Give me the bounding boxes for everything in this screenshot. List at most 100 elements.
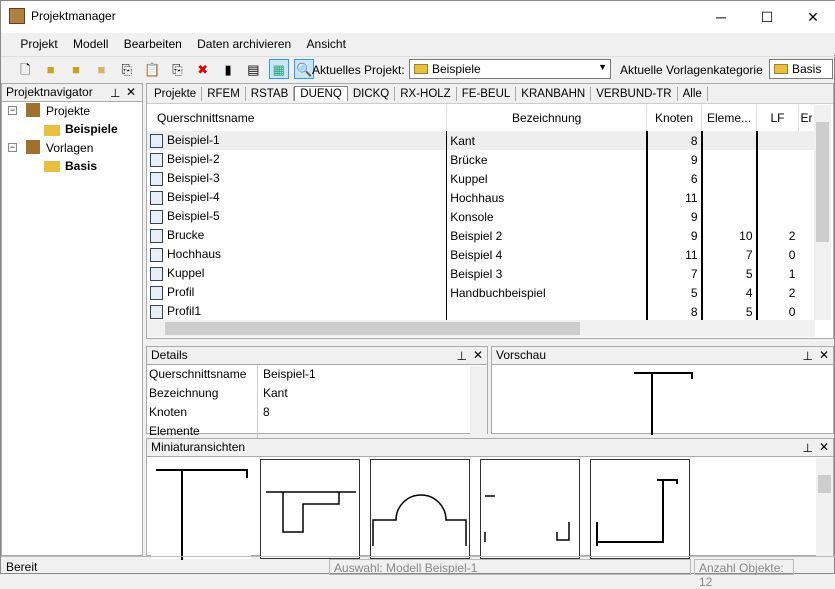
edit-folder-icon[interactable]: ■ <box>66 60 86 80</box>
tab-verbund-tr[interactable]: VERBUND-TR <box>591 87 678 101</box>
horizontal-scrollbar[interactable] <box>147 320 815 337</box>
cell: Hochhaus <box>446 188 647 207</box>
tab-rx-holz[interactable]: RX-HOLZ <box>395 87 457 101</box>
table-row[interactable]: Profil1 8 5 0 <box>147 302 815 320</box>
table-row[interactable]: Beispiel-4 Hochhaus 11 <box>147 188 815 207</box>
thumbnail-beispiel-1[interactable] <box>151 459 251 560</box>
folder-icon <box>44 125 60 136</box>
menu-modell[interactable]: Modell <box>67 33 114 55</box>
template-category-label: Aktuelle Vorlagenkategorie <box>620 63 763 77</box>
tab-duenq[interactable]: DUENQ <box>294 86 348 101</box>
tab-kranbahn[interactable]: KRANBAHN <box>516 87 592 101</box>
cell <box>798 245 814 264</box>
table-row[interactable]: Beispiel-3 Kuppel 6 <box>147 169 815 188</box>
cell-name: Hochhaus <box>167 247 222 262</box>
column-header[interactable]: Bezeichnung <box>446 105 648 131</box>
tree-item-vorlagen[interactable]: Vorlagen <box>46 141 93 155</box>
cell: 5 <box>700 264 757 283</box>
tree-item-projekte[interactable]: Projekte <box>46 104 90 118</box>
maximize-button[interactable]: ☐ <box>744 1 790 33</box>
paste-icon[interactable]: 📋 <box>142 60 162 80</box>
tab-rfem[interactable]: RFEM <box>202 87 246 101</box>
vertical-scrollbar[interactable] <box>814 105 831 320</box>
pin-icon[interactable]: ⊥ <box>457 349 467 363</box>
archive-icon[interactable]: ▮ <box>218 60 238 80</box>
copy-icon[interactable]: ⎘ <box>117 60 137 80</box>
table-row[interactable]: Beispiel-5 Konsole 9 <box>147 207 815 226</box>
table-row[interactable]: Kuppel Beispiel 3751 <box>147 264 815 283</box>
cross-section-icon <box>150 228 163 243</box>
tab-alle[interactable]: Alle <box>678 87 708 101</box>
cell <box>798 226 814 245</box>
pin-icon[interactable]: ⊥ <box>803 441 813 455</box>
close-button[interactable]: ✕ <box>790 1 835 33</box>
cell <box>755 150 799 169</box>
close-icon[interactable]: ✕ <box>473 348 483 362</box>
column-header[interactable]: Er <box>798 105 815 131</box>
table-row[interactable]: Profil Handbuchbeispiel 5 4 2 <box>147 283 815 302</box>
tab-rstab[interactable]: RSTAB <box>246 87 295 101</box>
thumbnail-beispiel-2[interactable] <box>260 459 360 559</box>
miniatures-panel: Miniaturansichten ⊥ ✕ <box>146 438 834 560</box>
vertical-scrollbar[interactable] <box>470 366 487 434</box>
current-project-label: Aktuelles Projekt: <box>312 63 405 77</box>
tree-item-beispiele[interactable]: Beispiele <box>65 122 118 136</box>
table-row[interactable]: Brucke Beispiel 2 9 10 2 <box>147 226 815 245</box>
move-icon[interactable]: ⎘ <box>167 60 187 80</box>
thumbnail-beispiel-4[interactable] <box>480 459 580 559</box>
menu-ansicht[interactable]: Ansicht <box>301 33 352 55</box>
column-header[interactable]: Eleme... <box>701 105 758 131</box>
detail-value: Kant <box>257 384 293 403</box>
cell: 7 <box>700 245 757 264</box>
tab-fe-beul[interactable]: FE-BEUL <box>457 87 517 101</box>
collapse-icon[interactable]: − <box>8 143 17 152</box>
new-folder-icon[interactable]: ■ <box>41 60 61 80</box>
vertical-scrollbar[interactable] <box>816 458 833 556</box>
table-row[interactable]: Beispiel-1 Kant 8 <box>147 131 815 150</box>
column-header[interactable]: Knoten <box>646 105 703 131</box>
table-row[interactable]: Hochhaus Beispiel 4 11 7 0 <box>147 245 815 264</box>
cross-section-icon <box>150 266 163 281</box>
close-icon[interactable]: ✕ <box>819 348 829 362</box>
column-header[interactable]: LF <box>756 105 799 131</box>
toolbar: 🗋 ■ ■ ■ ⎘ 📋 ⎘ ✖ ▮ ▤ ▦ 🔍 Aktuelles Projek… <box>1 56 835 82</box>
pin-icon[interactable]: ⊥ <box>803 349 813 363</box>
cell <box>700 169 757 188</box>
scroll-thumb[interactable] <box>816 122 829 242</box>
cell: 11 <box>645 188 702 207</box>
delete-folder-icon[interactable]: ■ <box>91 60 111 80</box>
table-row[interactable]: Beispiel-2 Brücke 9 <box>147 150 815 169</box>
minimize-button[interactable]: ─ <box>698 1 744 33</box>
cell <box>700 150 757 169</box>
cross-section-icon <box>150 133 163 148</box>
detail-row: Bezeichnung Kant <box>147 384 487 403</box>
pin-icon[interactable]: ⊥ <box>110 86 120 100</box>
folder-icon <box>774 64 788 74</box>
tab-dickq[interactable]: DICKQ <box>348 87 396 101</box>
close-icon[interactable]: ✕ <box>819 440 829 454</box>
tab-projekte[interactable]: Projekte <box>149 87 203 101</box>
details-icon[interactable]: ▤ <box>243 60 263 80</box>
menu-daten-archivieren[interactable]: Daten archivieren <box>191 33 297 55</box>
menu-bearbeiten[interactable]: Bearbeiten <box>118 33 188 55</box>
cell: Beispiel 2 <box>446 226 647 245</box>
cell <box>798 264 814 283</box>
close-icon[interactable]: ✕ <box>126 85 136 99</box>
menu-projekt[interactable]: Projekt <box>14 33 63 55</box>
thumbnail-beispiel-5[interactable] <box>590 459 690 559</box>
scroll-thumb[interactable] <box>165 322 580 335</box>
tree-item-basis[interactable]: Basis <box>65 159 97 173</box>
chevron-down-icon: ▼ <box>598 62 607 72</box>
delete-icon[interactable]: ✖ <box>193 60 213 80</box>
scroll-thumb[interactable] <box>818 475 831 493</box>
cell <box>446 302 647 320</box>
thumbnail-view-icon[interactable]: ▦ <box>268 59 289 79</box>
column-header[interactable]: Querschnittsname <box>147 105 448 131</box>
thumbnail-beispiel-3[interactable] <box>370 459 470 559</box>
current-project-select[interactable]: Beispiele ▼ <box>409 59 611 79</box>
cross-section-icon <box>150 190 163 205</box>
template-category-select[interactable]: Basis <box>769 59 833 79</box>
preview-title: Vorschau <box>496 348 547 362</box>
new-icon[interactable]: 🗋 <box>15 60 35 80</box>
collapse-icon[interactable]: − <box>8 106 17 115</box>
